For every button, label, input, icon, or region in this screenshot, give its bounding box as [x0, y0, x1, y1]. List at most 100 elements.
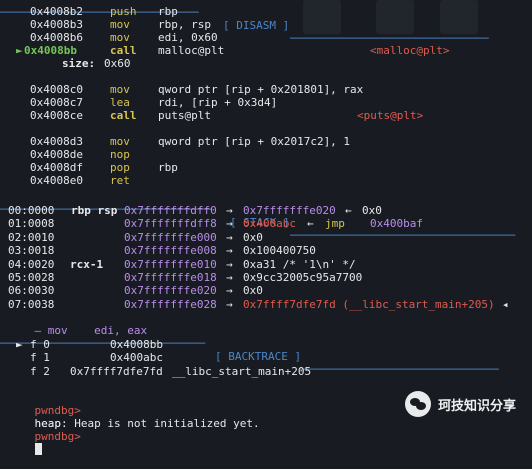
- stack-row[interactable]: 07:0038 0x7fffffffe028 → 0x7ffff7dfe7fd (__…: [0, 298, 532, 311]
- stack-offset: 00:0000: [8, 204, 55, 217]
- stack-address: 0x7fffffffe020: [124, 284, 217, 298]
- stack-row[interactable]: 05:0028 0x7fffffffe018 → 0x9cc32005c95a7700: [0, 271, 532, 284]
- console-line-1: pwndbg> heap: [8, 391, 81, 430]
- stack-address: 0x7fffffffe000: [124, 230, 217, 244]
- arrow-icon: →: [226, 204, 233, 217]
- backtrace-frame[interactable]: f 1 0x400abc: [0, 351, 532, 364]
- stack-offset: 06:0030: [8, 284, 55, 298]
- stack-row[interactable]: 04:0020 rcx-1 0x7fffffffe010 → 0xa31 /* '1\n…: [0, 258, 532, 271]
- stack-offset: 01:0008: [8, 217, 55, 231]
- stack-row[interactable]: 00:0000 rbp rsp 0x7fffffffdff0 → 0x7fffffffe…: [0, 204, 532, 217]
- arrow-icon: →: [226, 271, 233, 284]
- frame-address: 0x4008bb: [110, 338, 163, 351]
- instruction-address: 0x4008c7: [30, 96, 83, 109]
- arrow-icon: →: [226, 217, 233, 231]
- instruction-address: 0x4008b3: [30, 18, 83, 31]
- arg-value: 0x60: [104, 57, 131, 70]
- current-instruction-marker: ►: [16, 44, 23, 57]
- stack-row[interactable]: 01:0008 0x7fffffffdff8 → 0x400abc ← jmp 0x400b…: [0, 217, 532, 230]
- jump-target: 0x400baf: [370, 217, 423, 231]
- terminal[interactable]: ────────────────────────────── [ DISASM …: [0, 0, 532, 455]
- arrow-icon: →: [226, 284, 233, 298]
- instruction-mnemonic: mov: [110, 83, 130, 96]
- stack-value: 0x9cc32005c95a7700: [243, 271, 363, 284]
- arg-label: size:: [62, 57, 96, 70]
- stack-address: 0x7fffffffdff0: [124, 204, 217, 217]
- disasm-line[interactable]: size: 0x60: [0, 57, 532, 70]
- frame-address: 0x7ffff7dfe7fd: [70, 364, 163, 378]
- stack-register: rcx-1: [70, 257, 104, 271]
- disasm-line[interactable]: 0x4008d3 mov qword ptr [rip + 0x2017c2], 1: [0, 135, 532, 148]
- stack-value: 0x100400750: [243, 244, 316, 258]
- instruction-operands: puts@plt: [158, 109, 211, 122]
- disasm-line[interactable]: ► 0x4008bb call malloc@plt <malloc@plt>: [0, 44, 532, 57]
- stack-chain-value: 0x7ffff7dfe7fd (__libc_start_main+205): [243, 297, 495, 311]
- stack-address: 0x7fffffffe010: [124, 257, 217, 271]
- instruction-operands: qword ptr [rip + 0x201801], rax: [158, 83, 364, 96]
- instruction-operands: qword ptr [rip + 0x2017c2], 1: [158, 135, 351, 148]
- arrow-icon: →: [226, 297, 233, 311]
- stack-deref-value: 0x0: [362, 204, 382, 217]
- stack-header: ──────────────────────────────── [ STACK…: [0, 203, 516, 242]
- instruction-mnemonic: call: [110, 44, 137, 57]
- wechat-icon: [405, 391, 431, 417]
- instruction-operands: malloc@plt: [158, 44, 225, 57]
- stack-offset: 07:0038: [8, 297, 55, 311]
- disasm-line[interactable]: 0x4008c7 lea rdi, [rip + 0x3d4]: [0, 96, 532, 109]
- stack-value: 0xa31 /* '1\n' */: [243, 257, 356, 271]
- disasm-line[interactable]: 0x4008b3 mov rbp, rsp: [0, 18, 532, 31]
- instruction-mnemonic: mov: [110, 135, 130, 148]
- frame-address: 0x400abc: [110, 351, 163, 365]
- stack-address: 0x7fffffffe008: [124, 244, 217, 258]
- stack-offset: 03:0018: [8, 244, 55, 258]
- stack-offset: 05:0028: [8, 271, 55, 284]
- frame-label: f 1: [30, 351, 50, 365]
- stack-address: 0x7fffffffdff8: [124, 217, 217, 231]
- disasm-line[interactable]: 0x4008df pop rbp: [0, 161, 532, 174]
- instruction-mnemonic: mov: [110, 18, 130, 31]
- disasm-line[interactable]: 0x4008b2 push rbp: [0, 5, 532, 18]
- arrow-icon: ◂: [502, 297, 509, 311]
- instruction-operands: rbp: [158, 5, 178, 18]
- prompt: pwndbg>: [34, 430, 81, 443]
- disasm-line[interactable]: 0x4008de nop: [0, 148, 532, 161]
- frame-label: f 2: [30, 364, 50, 378]
- instruction-operands: edi, 0x60: [158, 31, 218, 44]
- stack-chain-value: 0x7fffffffe020: [243, 204, 336, 217]
- instruction-address: 0x4008d3: [30, 135, 83, 148]
- watermark: 珂技知识分享: [405, 389, 516, 419]
- instruction-address: 0x4008ce: [30, 109, 83, 122]
- stack-row[interactable]: 03:0018 0x7fffffffe008 → 0x100400750: [0, 244, 532, 257]
- disasm-line[interactable]: 0x4008e0 ret: [0, 174, 532, 187]
- instruction-operands: rbp, rsp: [158, 18, 211, 31]
- call-target-comment: <puts@plt>: [357, 109, 424, 122]
- frame-label: f 0: [30, 338, 50, 351]
- stack-chain-value: 0x400abc: [243, 217, 296, 231]
- console-output: heap: Heap is not initialized yet.: [34, 417, 260, 430]
- instruction-address: 0x4008c0: [30, 83, 83, 96]
- stack-offset: 02:0010: [8, 230, 55, 244]
- instruction-mnemonic: push: [110, 5, 137, 18]
- instruction-address: 0x4008de: [30, 148, 83, 161]
- stack-row[interactable]: 02:0010 0x7fffffffe000 → 0x0: [0, 231, 532, 244]
- backtrace-frame[interactable]: f 2 0x7ffff7dfe7fd __libc_start_main+205: [0, 365, 532, 378]
- backtrace-header: ─────────────────────────────── [ BACKTR…: [0, 337, 499, 376]
- backtrace-frame[interactable]: ► f 0 0x4008bb: [0, 338, 532, 351]
- stack-deref-value: jmp: [325, 217, 345, 231]
- instruction-mnemonic: lea: [110, 96, 130, 109]
- stack-row[interactable]: 06:0030 0x7fffffffe020 → 0x0: [0, 284, 532, 297]
- stack-value: 0x0: [243, 230, 263, 244]
- stack-offset: 04:0020: [8, 257, 55, 271]
- instruction-address: 0x4008b2: [30, 5, 83, 18]
- console-line-2[interactable]: pwndbg>: [8, 417, 81, 455]
- arrow-icon: →: [226, 244, 233, 258]
- instruction-address: 0x4008e0: [30, 174, 83, 187]
- arrow-icon: →: [226, 230, 233, 244]
- instruction-operands: rbp: [158, 161, 178, 174]
- stack-address: 0x7fffffffe028: [124, 297, 217, 311]
- disasm-line[interactable]: 0x4008b6 mov edi, 0x60: [0, 31, 532, 44]
- disasm-line[interactable]: 0x4008ce call puts@plt <puts@plt>: [0, 109, 532, 122]
- instruction-operands: rdi, [rip + 0x3d4]: [158, 96, 278, 109]
- disasm-line[interactable]: 0x4008c0 mov qword ptr [rip + 0x201801], r…: [0, 83, 532, 96]
- watermark-text: 珂技知识分享: [438, 398, 517, 414]
